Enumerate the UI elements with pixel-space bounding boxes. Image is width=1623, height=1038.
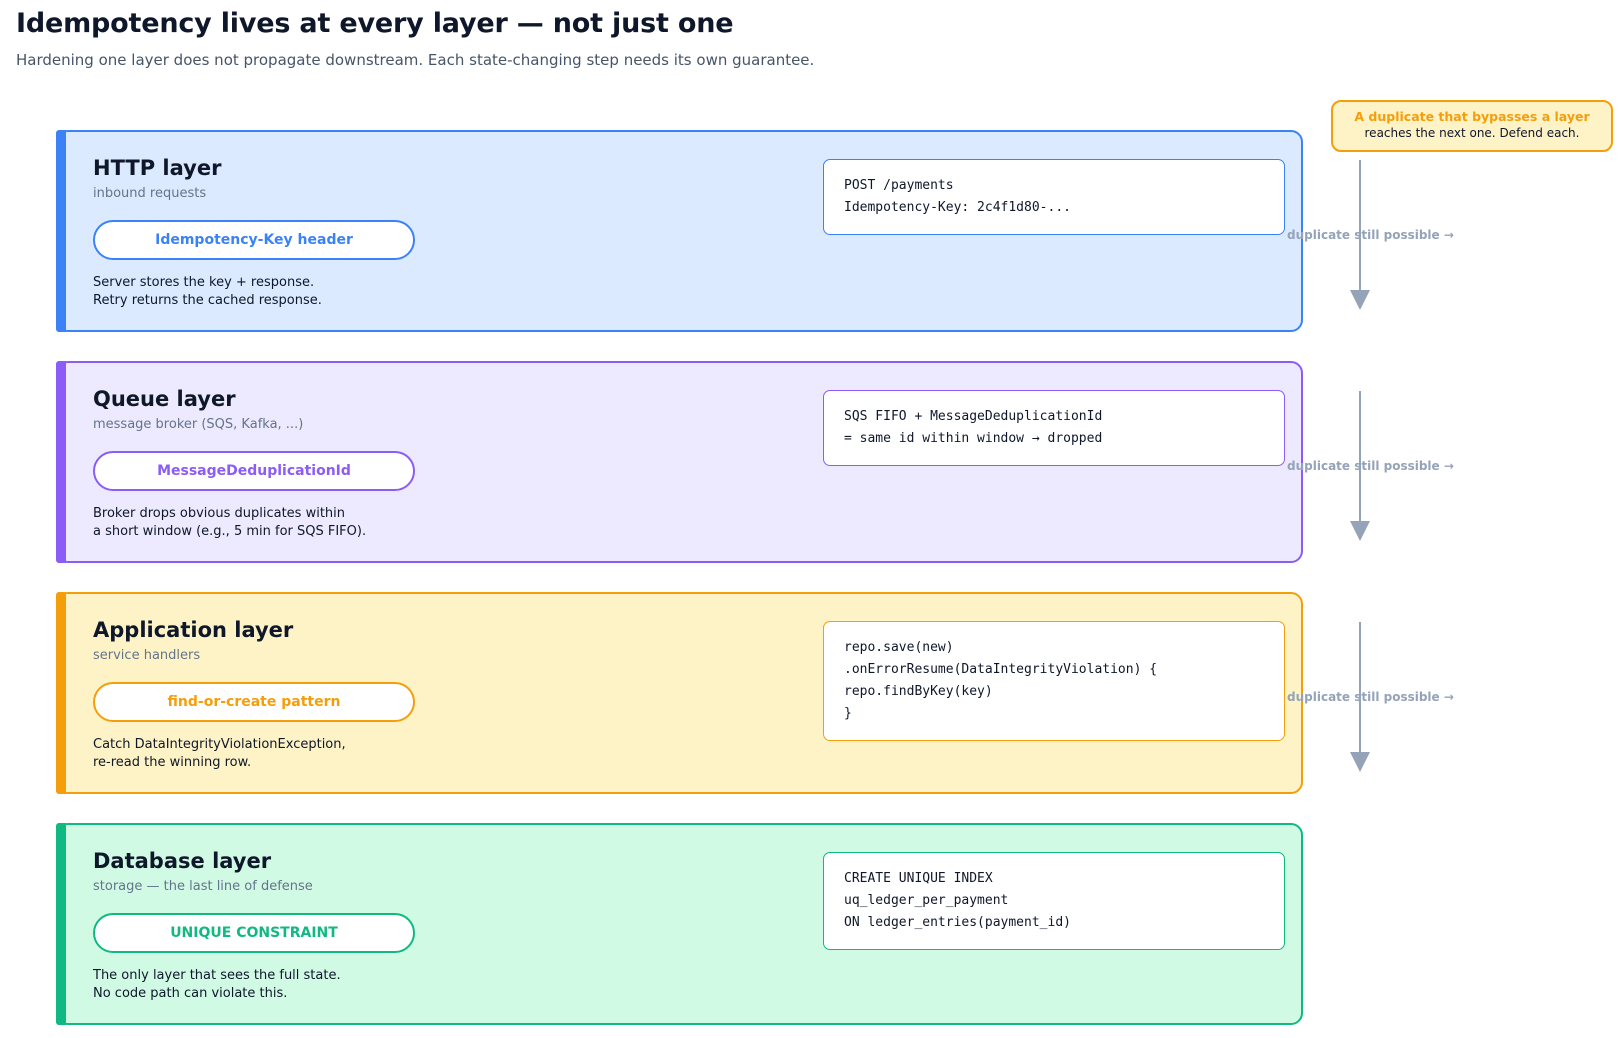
mechanism-pill: MessageDeduplicationId	[93, 451, 415, 491]
layer-subtitle: inbound requests	[93, 186, 207, 201]
layer-card-http: HTTP layer inbound requests Idempotency-…	[56, 130, 1303, 332]
duplicate-arrow-label: duplicate still possible →	[1287, 228, 1454, 242]
code-line: .onErrorResume(DataIntegrityViolation) {	[844, 662, 1158, 677]
code-line: }	[844, 706, 852, 721]
code-line: = same id within window → dropped	[844, 431, 1103, 446]
code-line: ON ledger_entries(payment_id)	[844, 915, 1071, 930]
layer-title: Queue layer	[93, 387, 236, 411]
layer-accent-stripe	[56, 361, 66, 563]
callout-title: A duplicate that bypasses a layer	[1354, 109, 1590, 124]
code-line: CREATE UNIQUE INDEX	[844, 871, 993, 886]
layer-description: Broker drops obvious duplicates within a…	[93, 505, 366, 541]
layer-accent-stripe	[56, 823, 66, 1025]
layer-description: Server stores the key + response. Retry …	[93, 274, 322, 310]
layer-accent-stripe	[56, 130, 66, 332]
layer-subtitle: service handlers	[93, 648, 201, 663]
layer-description: Catch DataIntegrityViolationException, r…	[93, 736, 346, 772]
layer-subtitle: message broker (SQS, Kafka, ...)	[93, 417, 304, 432]
layer-title: Database layer	[93, 849, 272, 873]
layer-card-queue: Queue layer message broker (SQS, Kafka, …	[56, 361, 1303, 563]
description-line: Broker drops obvious duplicates within	[93, 506, 346, 521]
code-line: SQS FIFO + MessageDeduplicationId	[844, 409, 1103, 424]
code-line: POST /payments	[844, 178, 954, 193]
layer-description: The only layer that sees the full state.…	[93, 967, 341, 1003]
code-line: repo.findByKey(key)	[844, 684, 993, 699]
code-line: repo.save(new)	[844, 640, 954, 655]
code-line: uq_ledger_per_payment	[844, 893, 1009, 908]
description-line: re-read the winning row.	[93, 755, 252, 770]
mechanism-pill: Idempotency-Key header	[93, 220, 415, 260]
code-snippet: SQS FIFO + MessageDeduplicationId = same…	[823, 390, 1285, 466]
page-title: Idempotency lives at every layer — not j…	[16, 8, 734, 39]
description-line: No code path can violate this.	[93, 986, 288, 1001]
code-snippet: repo.save(new) .onErrorResume(DataIntegr…	[823, 621, 1285, 741]
layer-accent-stripe	[56, 592, 66, 794]
code-snippet: POST /payments Idempotency-Key: 2c4f1d80…	[823, 159, 1285, 235]
code-snippet: CREATE UNIQUE INDEX uq_ledger_per_paymen…	[823, 852, 1285, 950]
page-subtitle: Hardening one layer does not propagate d…	[16, 51, 815, 69]
layer-card-database: Database layer storage — the last line o…	[56, 823, 1303, 1025]
callout-text: reaches the next one. Defend each.	[1364, 126, 1580, 140]
layer-title: HTTP layer	[93, 156, 222, 180]
duplicate-arrow-label: duplicate still possible →	[1287, 459, 1454, 473]
callout-note: A duplicate that bypasses a layer reache…	[1331, 100, 1613, 152]
layer-title: Application layer	[93, 618, 294, 642]
description-line: a short window (e.g., 5 min for SQS FIFO…	[93, 524, 367, 539]
mechanism-pill: UNIQUE CONSTRAINT	[93, 913, 415, 953]
layer-subtitle: storage — the last line of defense	[93, 879, 313, 894]
description-line: Catch DataIntegrityViolationException,	[93, 737, 346, 752]
duplicate-arrow-label: duplicate still possible →	[1287, 690, 1454, 704]
description-line: Retry returns the cached response.	[93, 293, 322, 308]
layer-card-application: Application layer service handlers find-…	[56, 592, 1303, 794]
code-line: Idempotency-Key: 2c4f1d80-...	[844, 200, 1071, 215]
description-line: The only layer that sees the full state.	[93, 968, 341, 983]
mechanism-pill: find-or-create pattern	[93, 682, 415, 722]
description-line: Server stores the key + response.	[93, 275, 315, 290]
